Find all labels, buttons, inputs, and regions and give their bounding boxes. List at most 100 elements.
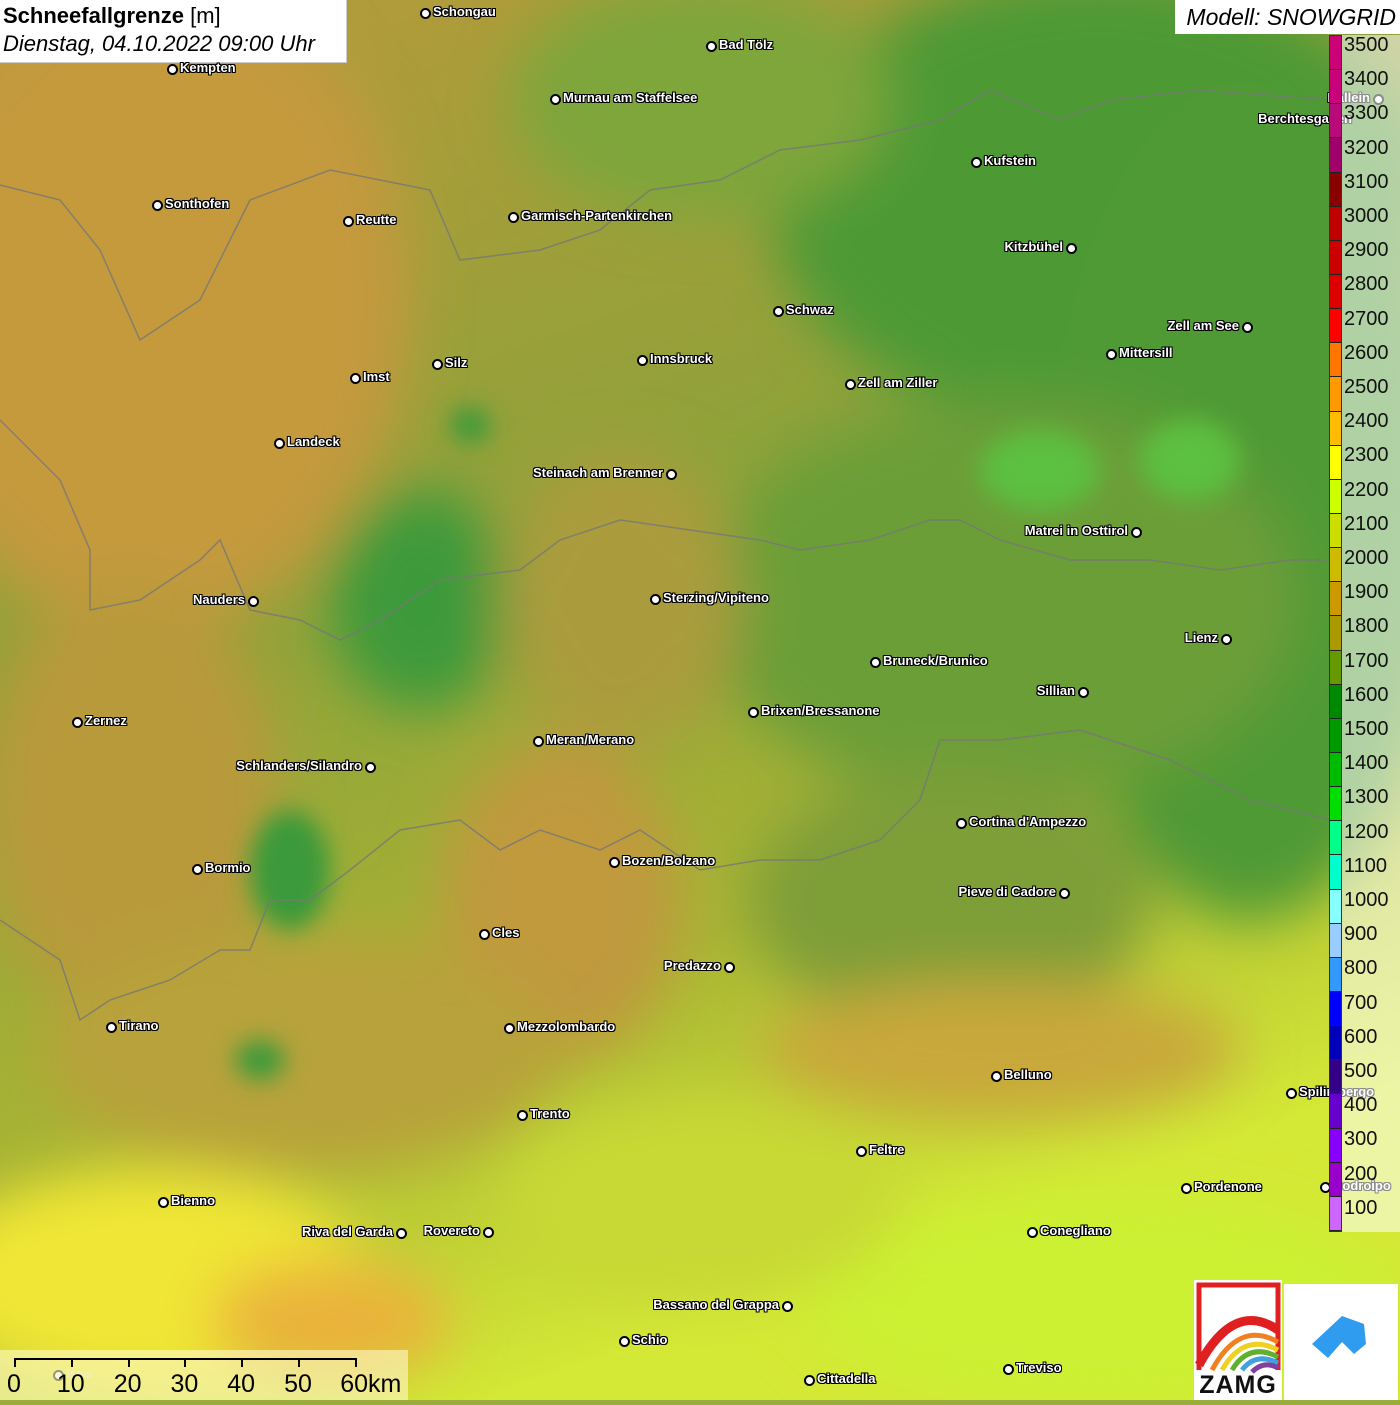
legend-label: 400 (1344, 1094, 1378, 1117)
city-marker (1106, 349, 1117, 360)
city-label: Sillian (1036, 683, 1075, 698)
city-marker (748, 707, 759, 718)
legend-label: 3500 (1344, 34, 1389, 56)
legend-label: 2900 (1344, 239, 1389, 262)
legend-swatch (1330, 1128, 1341, 1163)
city-label: Kitzbühel (1004, 239, 1064, 254)
city-label: Schlanders/Silandro (236, 758, 362, 773)
legend-swatch (1330, 513, 1341, 549)
city-marker (804, 1375, 815, 1386)
city-marker (248, 596, 259, 607)
city-marker (619, 1336, 630, 1347)
legend-label: 3200 (1344, 136, 1389, 159)
city-label: Predazzo (663, 958, 721, 973)
legend-label: 2200 (1344, 478, 1389, 501)
city-marker (274, 438, 285, 449)
title-unit: [m] (190, 3, 221, 28)
scale-label: 20 (113, 1370, 142, 1398)
city-label: Bormio (205, 860, 251, 875)
legend-label: 1700 (1344, 649, 1389, 672)
scale-tick (184, 1358, 187, 1367)
legend-swatch (1330, 274, 1341, 310)
city-label: Sonthofen (165, 196, 230, 211)
city-marker (845, 379, 856, 390)
legend-swatch (1330, 411, 1341, 446)
scale-label: 60km (340, 1370, 402, 1398)
partner-logo (1284, 1284, 1398, 1400)
city-marker (1181, 1183, 1192, 1194)
city-label: Zernez (85, 713, 127, 728)
color-legend-bar (1329, 35, 1342, 1232)
mountain-roof-icon (1312, 1316, 1366, 1358)
city-label: Sterzing/Vipiteno (663, 590, 769, 605)
city-label: Reutte (356, 212, 397, 227)
scale-tick (70, 1358, 73, 1367)
city-marker (1242, 322, 1253, 333)
scale-label: 40 (227, 1370, 256, 1398)
legend-label: 1300 (1344, 786, 1389, 809)
city-label: Kempten (180, 60, 236, 75)
legend-swatch (1330, 445, 1341, 480)
city-label: Murnau am Staffelsee (563, 90, 698, 105)
city-marker (724, 962, 735, 973)
city-marker (479, 929, 490, 940)
legend-swatch (1330, 752, 1341, 788)
city-label: Pieve di Cadore (958, 884, 1056, 899)
city-marker (991, 1071, 1002, 1082)
city-label: Landeck (287, 434, 340, 449)
legend-label: 1900 (1344, 581, 1389, 604)
city-marker (550, 94, 561, 105)
legend-label: 3000 (1344, 205, 1389, 227)
legend-label: 200 (1344, 1162, 1378, 1185)
legend-label: 1500 (1344, 718, 1389, 740)
city-marker (158, 1197, 169, 1208)
city-marker (773, 306, 784, 317)
zamg-logo: ZAMG (1194, 1280, 1282, 1400)
legend-swatch (1330, 479, 1341, 514)
city-marker (666, 469, 677, 480)
legend-swatch (1330, 650, 1341, 685)
legend-swatch (1330, 1162, 1341, 1197)
legend-label: 2600 (1344, 341, 1389, 364)
city-marker (152, 200, 163, 211)
city-label: Bienno (171, 1193, 216, 1208)
city-marker (1221, 634, 1232, 645)
city-label: Zell am See (1167, 318, 1239, 333)
city-marker (432, 359, 443, 370)
legend-swatch (1330, 889, 1341, 924)
city-label: Belluno (1004, 1067, 1052, 1082)
legend-label: 500 (1344, 1060, 1378, 1082)
legend-swatch (1330, 923, 1341, 958)
zamg-rainbow-icon (1195, 1282, 1281, 1374)
scale-label: 0 (7, 1370, 21, 1398)
city-label: Mezzolombardo (517, 1019, 616, 1034)
scale-label: 30 (170, 1370, 199, 1398)
city-label: Zell am Ziller (858, 375, 938, 390)
city-label: Silz (445, 355, 468, 370)
city-label: Cittadella (817, 1371, 876, 1386)
city-marker (650, 594, 661, 605)
legend-swatch (1330, 172, 1341, 207)
legend-swatch (1330, 104, 1341, 139)
scale-tick (354, 1358, 357, 1367)
city-label: Nauders (192, 592, 245, 607)
model-label: Modell: SNOWGRID (1186, 4, 1396, 30)
legend-label: 1800 (1344, 615, 1389, 638)
legend-label: 2700 (1344, 307, 1389, 330)
legend-swatch (1330, 138, 1341, 173)
city-label: Schongau (433, 4, 496, 19)
city-label: Bassano del Grappa (653, 1297, 779, 1312)
city-label: Garmisch-Partenkirchen (521, 208, 673, 223)
legend-label: 2500 (1344, 376, 1389, 398)
scale-label: 10 (56, 1370, 85, 1398)
legend-swatch (1330, 855, 1341, 890)
city-marker (72, 717, 83, 728)
title-box: Schneefallgrenze [m] Dienstag, 04.10.202… (0, 0, 347, 63)
city-marker (167, 64, 178, 75)
legend-swatch (1330, 70, 1341, 105)
legend-swatch (1330, 206, 1341, 241)
city-marker (609, 857, 620, 868)
city-label: Conegliano (1040, 1223, 1111, 1238)
city-label: Innsbruck (650, 351, 713, 366)
legend-swatch (1330, 240, 1341, 275)
